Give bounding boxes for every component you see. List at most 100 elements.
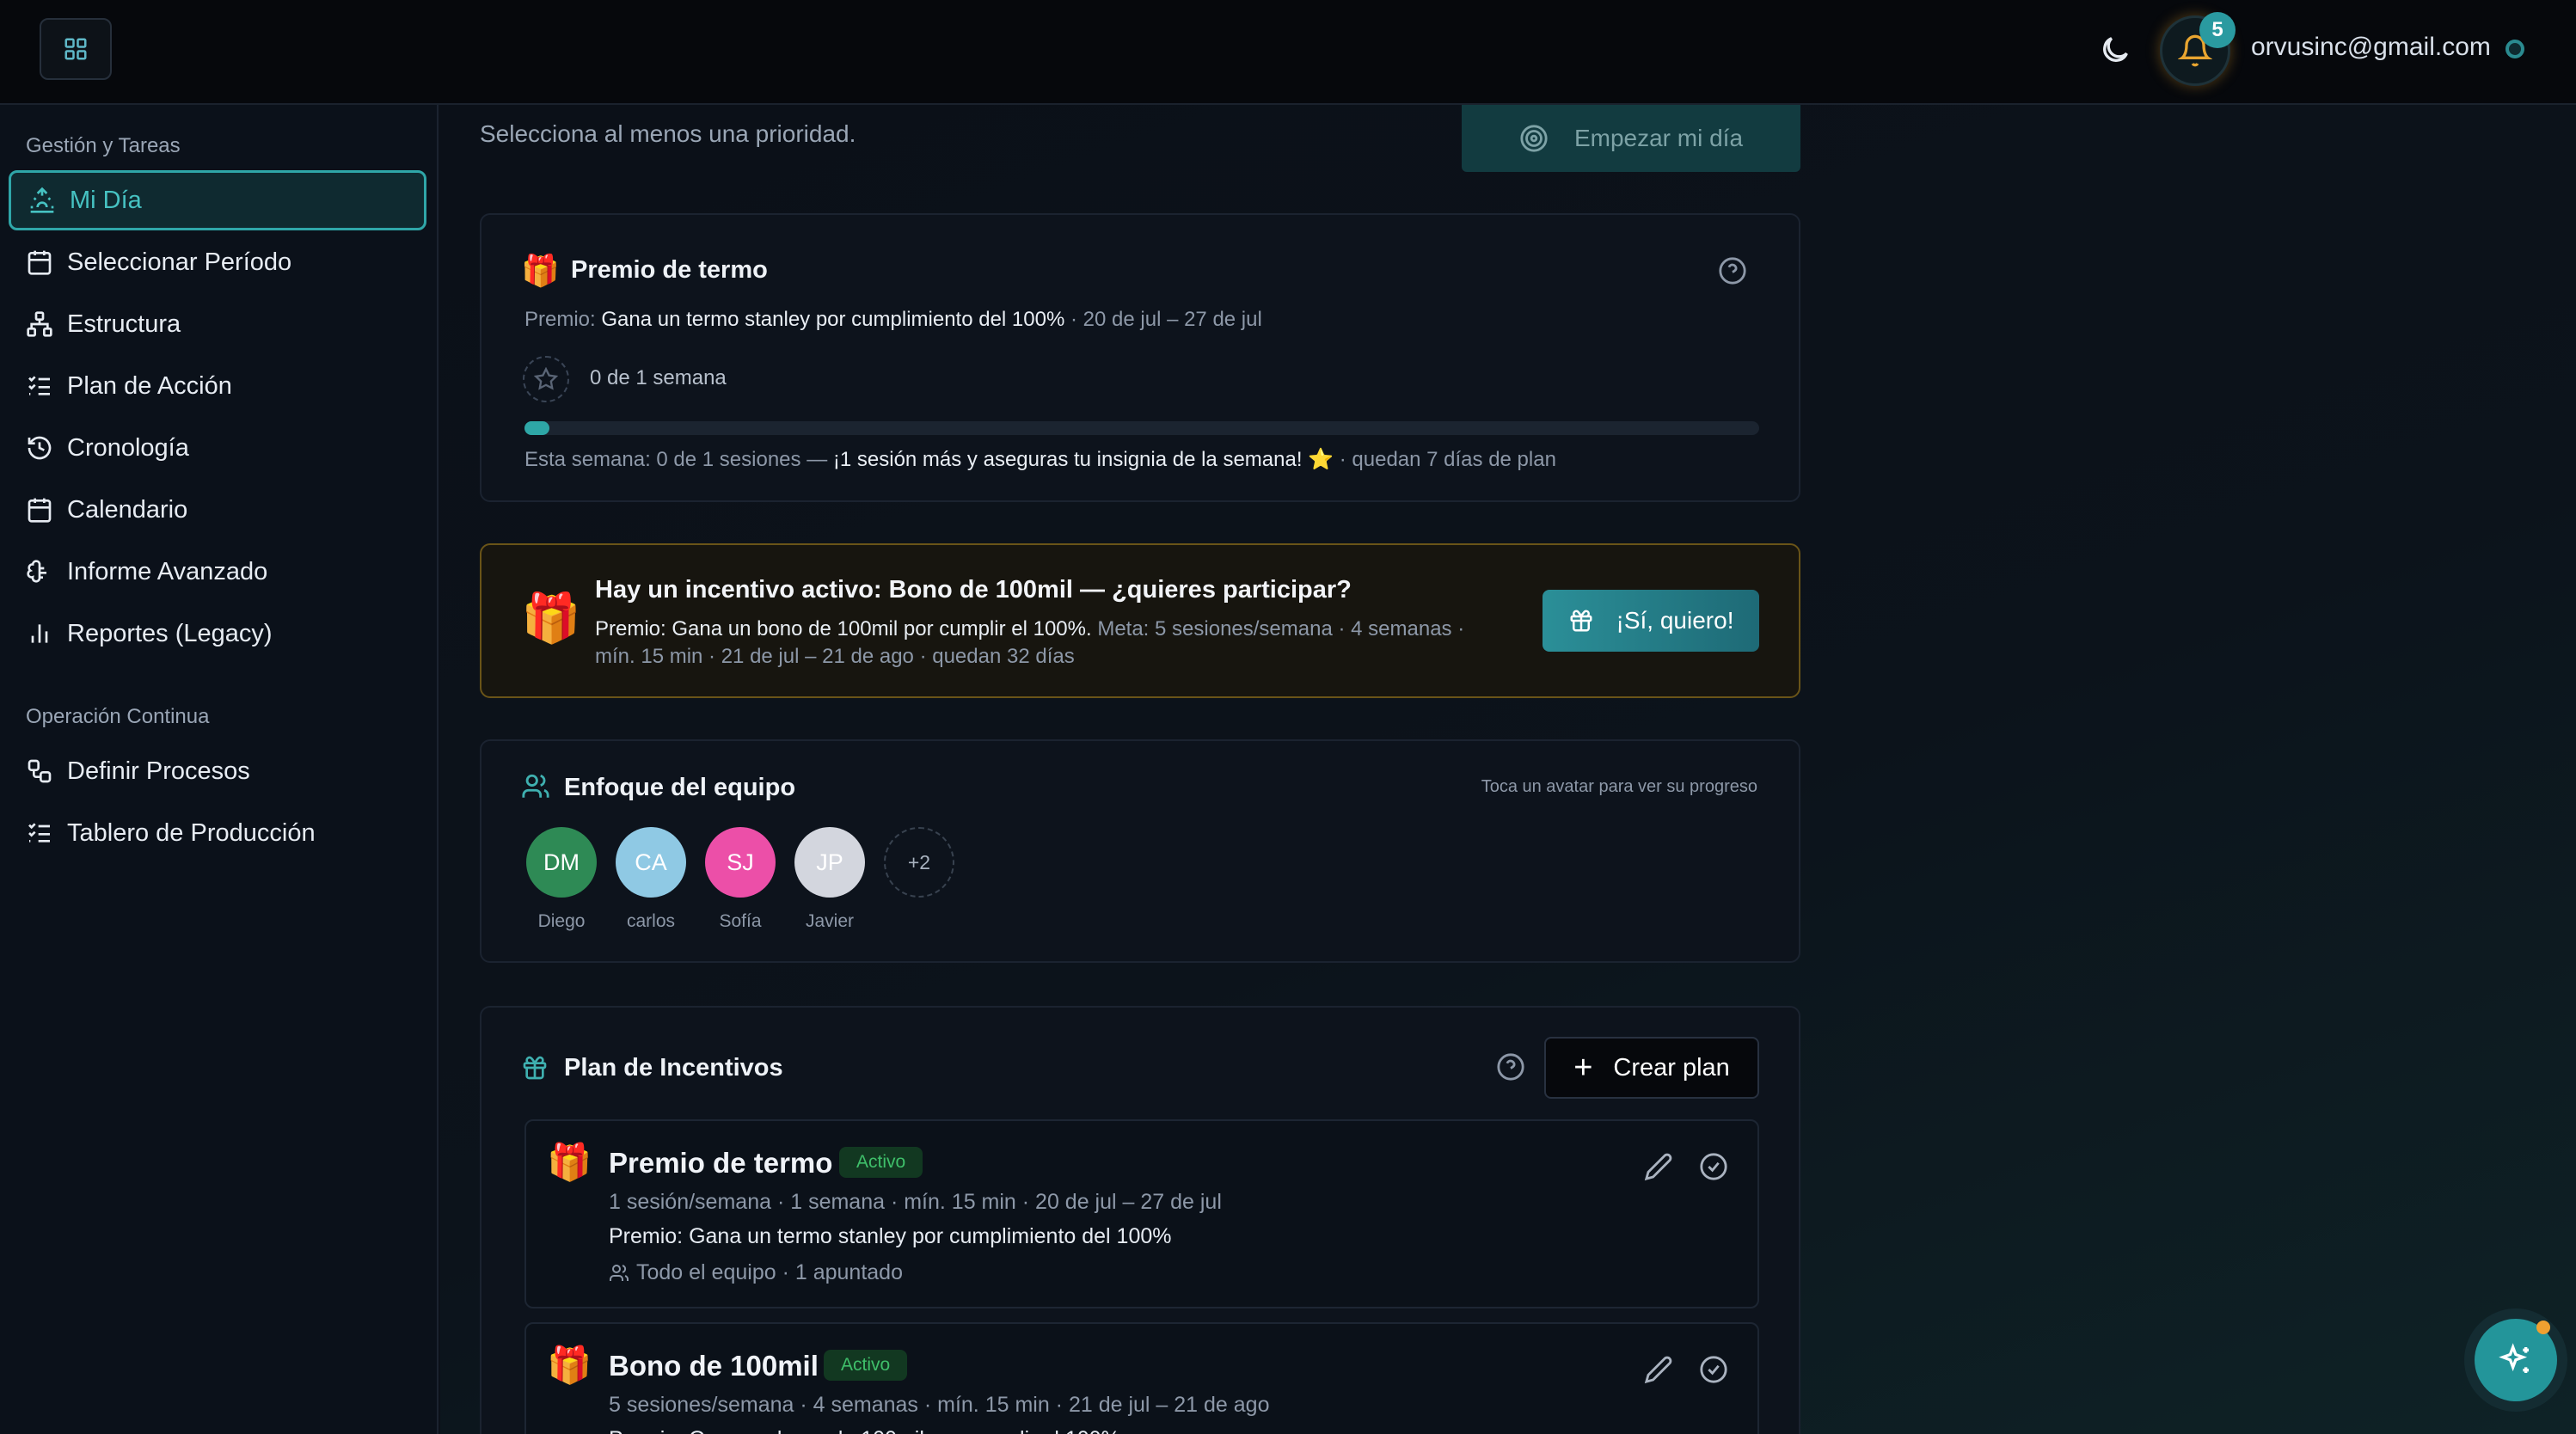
plan-item[interactable]: 🎁 Premio de termo Activo 1 sesión/semana…	[524, 1119, 1759, 1308]
sidebar-item-definir-procesos[interactable]: Definir Procesos	[9, 741, 426, 801]
invite-title: Hay un incentivo activo: Bono de 100mil …	[595, 576, 1352, 604]
reward-progress-fill	[524, 421, 549, 435]
checklist-icon	[28, 376, 50, 395]
edit-icon[interactable]	[1644, 1152, 1673, 1181]
more-members-avatar[interactable]: +2	[884, 827, 954, 898]
checklist-icon	[28, 823, 50, 843]
invite-meta-line2: mín. 15 min · 21 de jul – 21 de ago · qu…	[595, 645, 1075, 668]
avatar-name: carlos	[626, 911, 676, 931]
workflow-icon	[28, 759, 52, 783]
week-status-line: Esta semana: 0 de 1 sesiones — ¡1 sesión…	[524, 447, 1556, 472]
status-indicator	[2505, 40, 2524, 58]
plan-item[interactable]: 🎁 Bono de 100mil Activo 5 sesiones/seman…	[524, 1322, 1759, 1434]
edit-icon[interactable]	[1644, 1355, 1673, 1384]
users-icon	[522, 774, 549, 798]
sidebar-item-tablero-de-produccion[interactable]: Tablero de Producción	[9, 803, 426, 863]
more-members-count: +2	[907, 850, 931, 873]
avatar[interactable]: SJ	[705, 827, 776, 898]
accept-incentive-label: ¡Sí, quiero!	[1616, 607, 1734, 634]
plan-prize: Premio: Gana un bono de 100mil por cumpl…	[609, 1427, 1120, 1434]
status-badge: Activo	[839, 1147, 923, 1178]
plus-icon: +	[1573, 1050, 1593, 1086]
sidebar-item-label: Tablero de Producción	[67, 818, 316, 847]
start-my-day-button[interactable]: Empezar mi día	[1462, 105, 1800, 172]
help-icon[interactable]	[1718, 256, 1747, 285]
avatar[interactable]: JP	[794, 827, 865, 898]
help-icon[interactable]	[1496, 1052, 1525, 1082]
sidebar-item-calendario[interactable]: Calendario	[9, 480, 426, 540]
avatar-initials: SJ	[727, 849, 754, 875]
gift-icon: 🎁	[547, 1345, 592, 1385]
sidebar-item-cronologia[interactable]: Cronología	[9, 418, 426, 478]
incentive-plans-card: Plan de Incentivos + Crear plan 🎁 Premio…	[480, 1006, 1800, 1434]
plan-details: 5 sesiones/semana · 4 semanas · mín. 15 …	[609, 1393, 1270, 1417]
reward-progress-bar	[524, 421, 1759, 435]
plan-name: Bono de 100mil	[609, 1350, 819, 1382]
week-motivation: ¡1 sesión más y aseguras tu insignia de …	[832, 448, 1334, 471]
plan-prize: Premio: Gana un termo stanley por cumpli…	[609, 1224, 1172, 1248]
priority-hint: Selecciona al menos una prioridad.	[480, 120, 856, 147]
plan-audience: Todo el equipo · 1 apuntado	[609, 1260, 903, 1285]
assistant-notification-dot	[2536, 1321, 2550, 1334]
brain-icon	[27, 560, 46, 583]
status-badge: Activo	[824, 1350, 908, 1381]
avatar-name: Sofía	[719, 911, 762, 931]
calendar-icon	[28, 498, 52, 523]
sidebar-item-label: Calendario	[67, 495, 188, 524]
gift-icon: 🎁	[521, 253, 560, 288]
star-icon	[534, 367, 558, 390]
gift-icon: 🎁	[521, 591, 581, 645]
gift-icon	[523, 1056, 547, 1080]
avatar-initials: DM	[543, 849, 580, 875]
sidebar-item-label: Cronología	[67, 433, 189, 462]
invite-details: Premio: Gana un bono de 100mil por cumpl…	[595, 617, 1464, 641]
complete-icon[interactable]	[1699, 1355, 1728, 1384]
avatar-initials: CA	[635, 849, 667, 875]
user-email[interactable]: orvusinc@gmail.com	[2251, 33, 2491, 62]
team-focus-title: Enfoque del equipo	[564, 774, 796, 801]
sidebar: Gestión y Tareas Mi Día Seleccionar Perí…	[0, 105, 439, 1434]
create-plan-button[interactable]: + Crear plan	[1544, 1037, 1759, 1099]
sidebar-item-reportes-legacy[interactable]: Reportes (Legacy)	[9, 604, 426, 664]
avatar-initials: JP	[816, 849, 843, 875]
weeks-progress-text: 0 de 1 semana	[590, 366, 727, 389]
accept-incentive-button[interactable]: ¡Sí, quiero!	[1543, 590, 1759, 652]
sparkles-icon	[2499, 1343, 2529, 1373]
reward-card: 🎁 Premio de termo Premio: Gana un termo …	[480, 213, 1800, 502]
notification-count-badge: 5	[2199, 12, 2236, 48]
reward-prize-line: Premio: Gana un termo stanley por cumpli…	[524, 308, 1262, 332]
prize-dates: · 20 de jul – 27 de jul	[1070, 308, 1262, 331]
sidebar-item-label: Estructura	[67, 309, 181, 338]
prize-prefix: Premio:	[524, 308, 596, 331]
week-prefix: Esta semana: 0 de 1 sesiones —	[524, 448, 828, 471]
avatar[interactable]: CA	[616, 827, 686, 898]
invite-meta-line1: Meta: 5 sesiones/semana · 4 semanas ·	[1097, 617, 1465, 640]
prize-text: Gana un termo stanley por cumplimiento d…	[601, 308, 1065, 331]
plan-audience-text: Todo el equipo · 1 apuntado	[636, 1260, 903, 1284]
avatar[interactable]: DM	[526, 827, 597, 898]
bar-chart-icon	[31, 624, 48, 643]
gift-icon: 🎁	[547, 1142, 592, 1182]
sidebar-item-informe-avanzado[interactable]: Informe Avanzado	[9, 542, 426, 602]
moon-icon[interactable]	[2098, 33, 2132, 67]
complete-icon[interactable]	[1699, 1152, 1728, 1181]
avatar-name: Diego	[537, 911, 586, 931]
invite-prize: Premio: Gana un bono de 100mil por cumpl…	[595, 617, 1092, 640]
sidebar-item-label: Reportes (Legacy)	[67, 619, 273, 647]
team-focus-hint: Toca un avatar para ver su progreso	[1481, 777, 1757, 796]
users-icon	[610, 1264, 629, 1281]
sidebar-item-seleccionar-periodo[interactable]: Seleccionar Período	[9, 232, 426, 292]
history-icon	[28, 436, 52, 460]
apps-grid-button[interactable]	[40, 18, 112, 80]
sidebar-item-estructura[interactable]: Estructura	[9, 294, 426, 354]
top-bar: 5 orvusinc@gmail.com	[0, 0, 2576, 105]
reward-title: Premio de termo	[571, 256, 768, 284]
start-my-day-label: Empezar mi día	[1573, 125, 1744, 151]
sidebar-item-mi-dia[interactable]: Mi Día	[9, 170, 426, 230]
sidebar-item-label: Plan de Acción	[67, 371, 232, 400]
sidebar-item-label: Informe Avanzado	[67, 557, 268, 585]
sidebar-item-label: Seleccionar Período	[67, 248, 292, 276]
sidebar-item-plan-de-accion[interactable]: Plan de Acción	[9, 356, 426, 416]
create-plan-label: Crear plan	[1613, 1053, 1730, 1082]
calendar-icon	[28, 250, 52, 275]
